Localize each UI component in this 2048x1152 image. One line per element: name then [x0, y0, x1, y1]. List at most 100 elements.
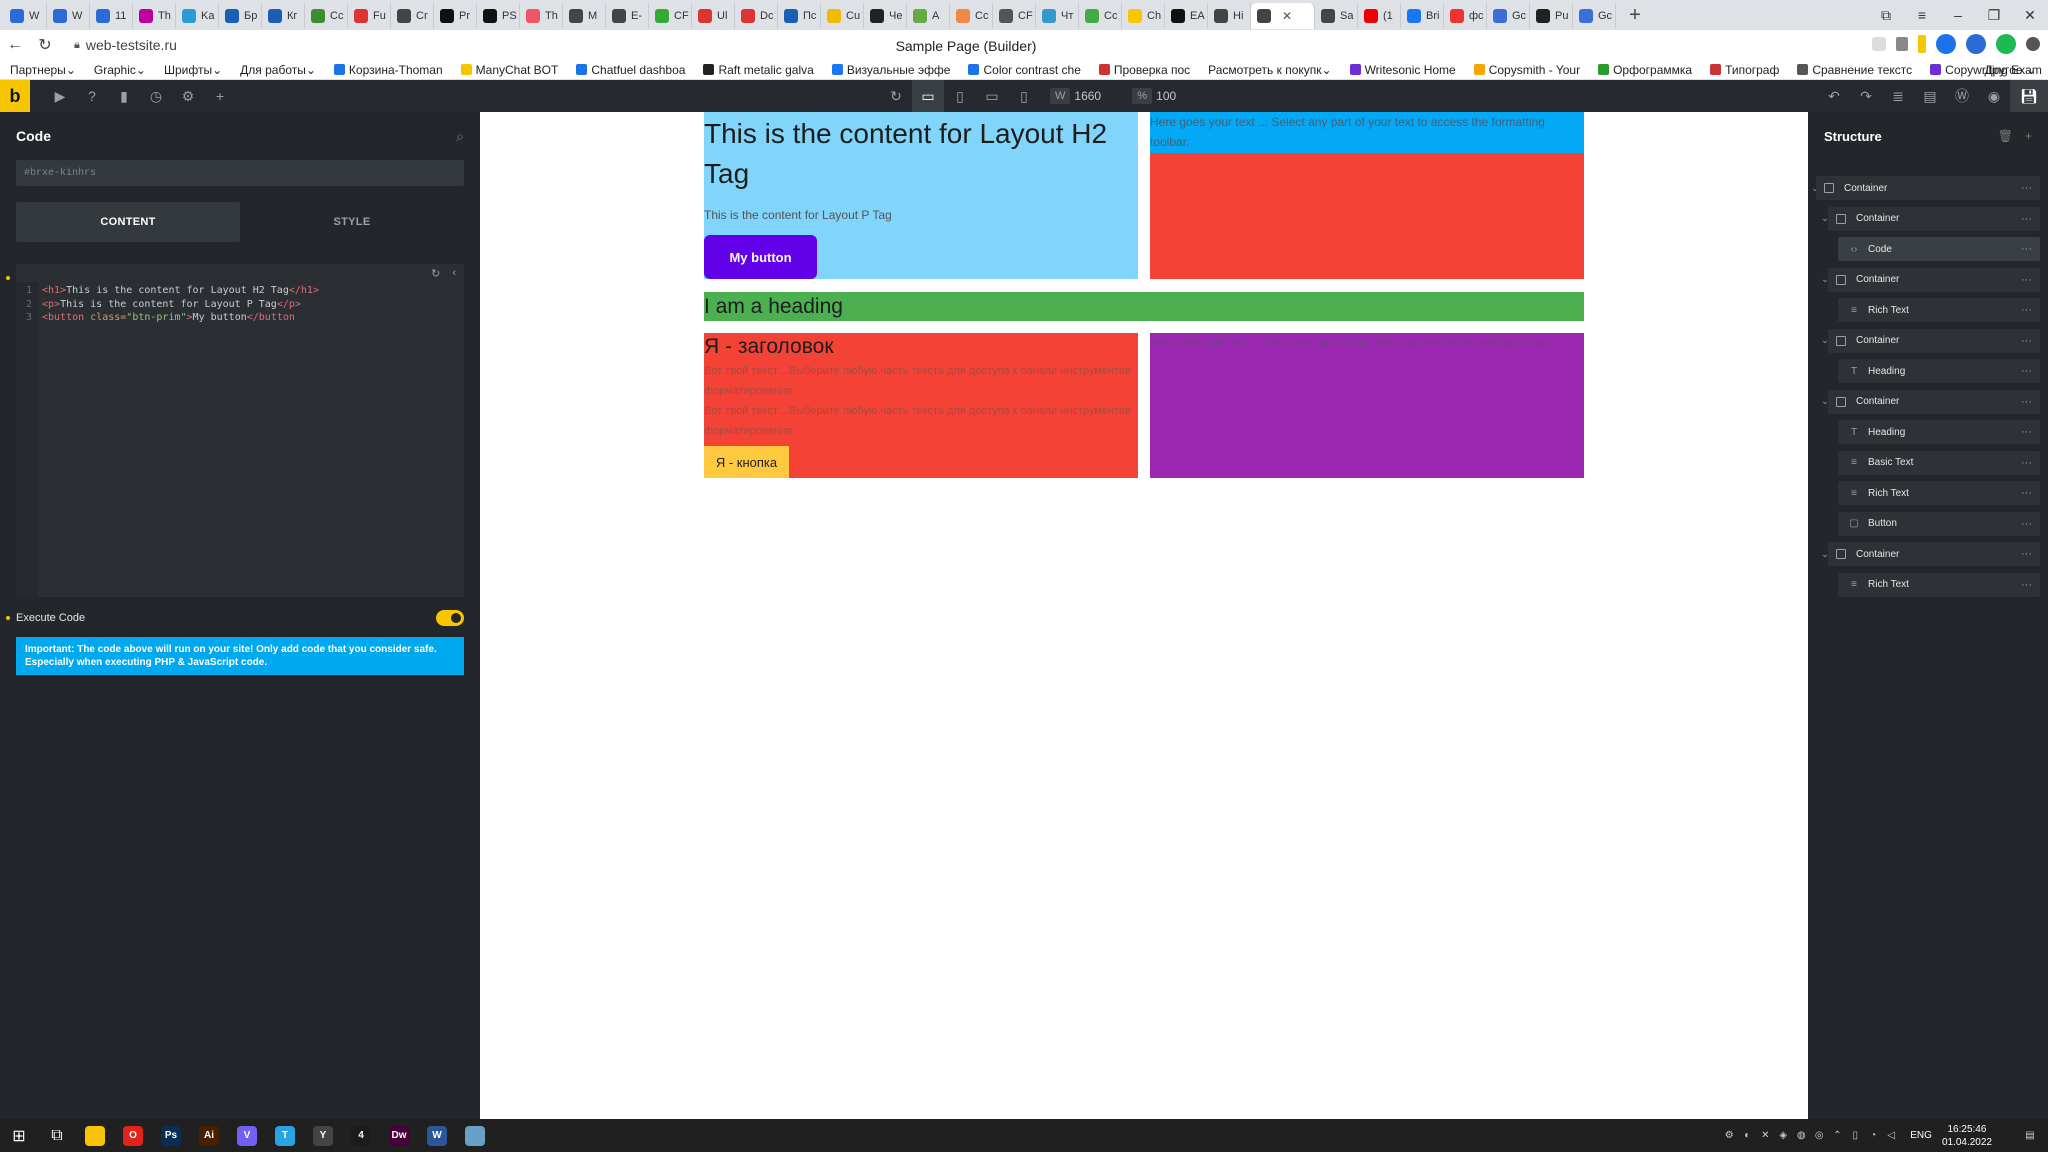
expand-icon[interactable]: + [2025, 129, 2032, 143]
structure-node-row[interactable]: Container ··· [1816, 176, 2040, 200]
button-ru[interactable]: Я - кнопка [704, 446, 789, 478]
browser-tab[interactable]: Cu [821, 3, 864, 29]
more-icon[interactable]: ··· [2021, 579, 2032, 591]
more-icon[interactable]: ··· [2021, 274, 2032, 286]
rich-text-ru[interactable]: Вот твой текст... Выберите любую часть т… [704, 401, 1138, 441]
browser-tab[interactable]: Pr [434, 3, 477, 29]
bookmark-item[interactable]: Партнеры ⌄ [10, 63, 76, 77]
taskbar-app-icon[interactable]: Y [304, 1119, 342, 1152]
browser-tab[interactable]: Gc [1487, 3, 1530, 29]
tray-icon[interactable]: ◍ [1792, 1130, 1810, 1141]
browser-tab[interactable]: Gc [1573, 3, 1616, 29]
taskbar-app-icon[interactable]: 4 [342, 1119, 380, 1152]
extension-icon[interactable] [1936, 34, 1956, 54]
task-view-icon[interactable]: ⧉ [38, 1127, 76, 1145]
browser-tab[interactable]: Hi [1208, 3, 1251, 29]
more-icon[interactable]: ··· [2021, 304, 2032, 316]
builder-canvas[interactable]: This is the content for Layout H2 Tag Th… [480, 112, 1808, 1119]
search-icon[interactable]: ⌕ [456, 128, 464, 145]
more-icon[interactable]: ··· [2021, 548, 2032, 560]
save-button[interactable]: 💾︎ [2010, 80, 2048, 112]
preview-icon[interactable]: ◉ [1978, 88, 2010, 105]
structure-node-row[interactable]: ≡ Rich Text ··· [1838, 298, 2040, 322]
refresh-icon[interactable]: ↻ [880, 88, 912, 105]
structure-node-row[interactable]: ‹› Code ··· [1838, 237, 2040, 261]
builder-logo[interactable]: b [0, 80, 30, 112]
browser-tab[interactable]: Cr [391, 3, 434, 29]
browser-tab[interactable]: A [907, 3, 950, 29]
browser-tab[interactable]: W [47, 3, 90, 29]
more-icon[interactable]: ··· [2021, 396, 2032, 408]
bookmark-item[interactable]: Шрифты ⌄ [164, 63, 222, 77]
browser-tab[interactable]: 11 [90, 3, 133, 29]
browser-tab[interactable]: Ka [176, 3, 219, 29]
more-icon[interactable]: ··· [2021, 213, 2032, 225]
taskbar-app-icon[interactable]: T [266, 1119, 304, 1152]
rich-text-block[interactable]: Here goes your text ... Select any part … [1150, 112, 1584, 153]
download-icon[interactable] [2026, 37, 2040, 51]
red-container[interactable] [1150, 153, 1584, 279]
taskbar-app-icon[interactable] [456, 1119, 494, 1152]
start-icon[interactable]: ⊞ [0, 1126, 38, 1146]
structure-node-container[interactable]: ⌄ Container ··· [1808, 542, 2048, 566]
structure-node-container[interactable]: ⌄ Container ··· [1808, 328, 2048, 353]
browser-tab[interactable]: Pu [1530, 3, 1573, 29]
more-icon[interactable]: ··· [2021, 487, 2032, 499]
more-icon[interactable]: ··· [2021, 518, 2032, 530]
browser-tab[interactable]: Cc [305, 3, 348, 29]
structure-node-container[interactable]: ⌄ Container ··· [1808, 206, 2048, 231]
extension-icon[interactable] [1918, 35, 1926, 53]
pages-icon[interactable]: ▮ [108, 88, 140, 105]
settings-icon[interactable]: ⚙ [172, 88, 204, 105]
bookmark-item[interactable]: Raft metalic galva [703, 63, 814, 77]
translate-icon[interactable] [1872, 37, 1886, 51]
wordpress-icon[interactable]: Ⓦ [1946, 86, 1978, 106]
volume-icon[interactable]: ◁ [1882, 1130, 1900, 1141]
code-collapse-icon[interactable]: ‹ [452, 267, 456, 279]
structure-node-text[interactable]: ≡ Basic Text ··· [1808, 450, 2048, 475]
more-icon[interactable]: ··· [2021, 335, 2032, 347]
heading-ru[interactable]: Я - заголовок [704, 333, 1138, 361]
structure-node-row[interactable]: Container ··· [1828, 267, 2040, 292]
tray-icon[interactable]: ◐ [1738, 1130, 1756, 1141]
taskbar-app-icon[interactable]: Dw [380, 1119, 418, 1152]
more-icon[interactable]: ··· [2021, 182, 2032, 194]
basic-text-ru[interactable]: Вот твой текст... Выберите любую часть т… [704, 361, 1138, 401]
tray-icon[interactable]: ◎ [1810, 1130, 1828, 1141]
more-icon[interactable]: ··· [2021, 426, 2032, 438]
templates-icon[interactable]: ▤ [1914, 88, 1946, 105]
tray-icon[interactable]: ✕ [1756, 1130, 1774, 1141]
structure-node-row[interactable]: ▢ Button ··· [1838, 511, 2040, 536]
browser-tab[interactable]: Bri [1401, 3, 1444, 29]
bookmark-item[interactable]: Расмотреть к покупк ⌄ [1208, 63, 1331, 77]
structure-node-row[interactable]: ≡ Basic Text ··· [1838, 450, 2040, 475]
browser-tab[interactable]: PS [477, 3, 520, 29]
bookmark-item[interactable]: Chatfuel dashboa [576, 63, 685, 77]
browser-tab[interactable]: ✕ [1251, 3, 1315, 29]
restore-icon[interactable]: ❐ [1976, 7, 2012, 24]
width-field[interactable]: W 1660 [1050, 88, 1122, 104]
desktop-icon[interactable]: ▭ [912, 80, 944, 112]
browser-tab[interactable]: EA [1165, 3, 1208, 29]
layout-h2[interactable]: This is the content for Layout H2 Tag [704, 112, 1138, 194]
browser-tab[interactable]: CF [993, 3, 1036, 29]
my-button[interactable]: My button [704, 235, 817, 279]
browser-tab[interactable]: Ch [1122, 3, 1165, 29]
browser-tab[interactable]: M [563, 3, 606, 29]
heading-container[interactable]: I am a heading [704, 292, 1584, 321]
browser-tab[interactable]: Sa [1315, 3, 1358, 29]
more-icon[interactable]: ··· [2021, 457, 2032, 469]
tablet-portrait-icon[interactable]: ▯ [944, 88, 976, 105]
structure-node-row[interactable]: Container ··· [1828, 542, 2040, 566]
bookmark-item[interactable]: Color contrast che [968, 63, 1081, 77]
extension-icon[interactable] [1996, 34, 2016, 54]
browser-tab[interactable]: (1 [1358, 3, 1401, 29]
tab-content[interactable]: CONTENT [16, 202, 240, 242]
extension-icon[interactable] [1966, 34, 1986, 54]
structure-node-button[interactable]: ▢ Button ··· [1808, 511, 2048, 536]
element-id-field[interactable]: #brxe-kinhrs [16, 160, 464, 186]
tray-icon[interactable]: ⚙ [1720, 1130, 1738, 1141]
structure-node-row[interactable]: T Heading ··· [1838, 420, 2040, 444]
bookmark-item[interactable]: Для работы ⌄ [240, 63, 316, 77]
structure-node-text[interactable]: ≡ Rich Text ··· [1808, 298, 2048, 322]
